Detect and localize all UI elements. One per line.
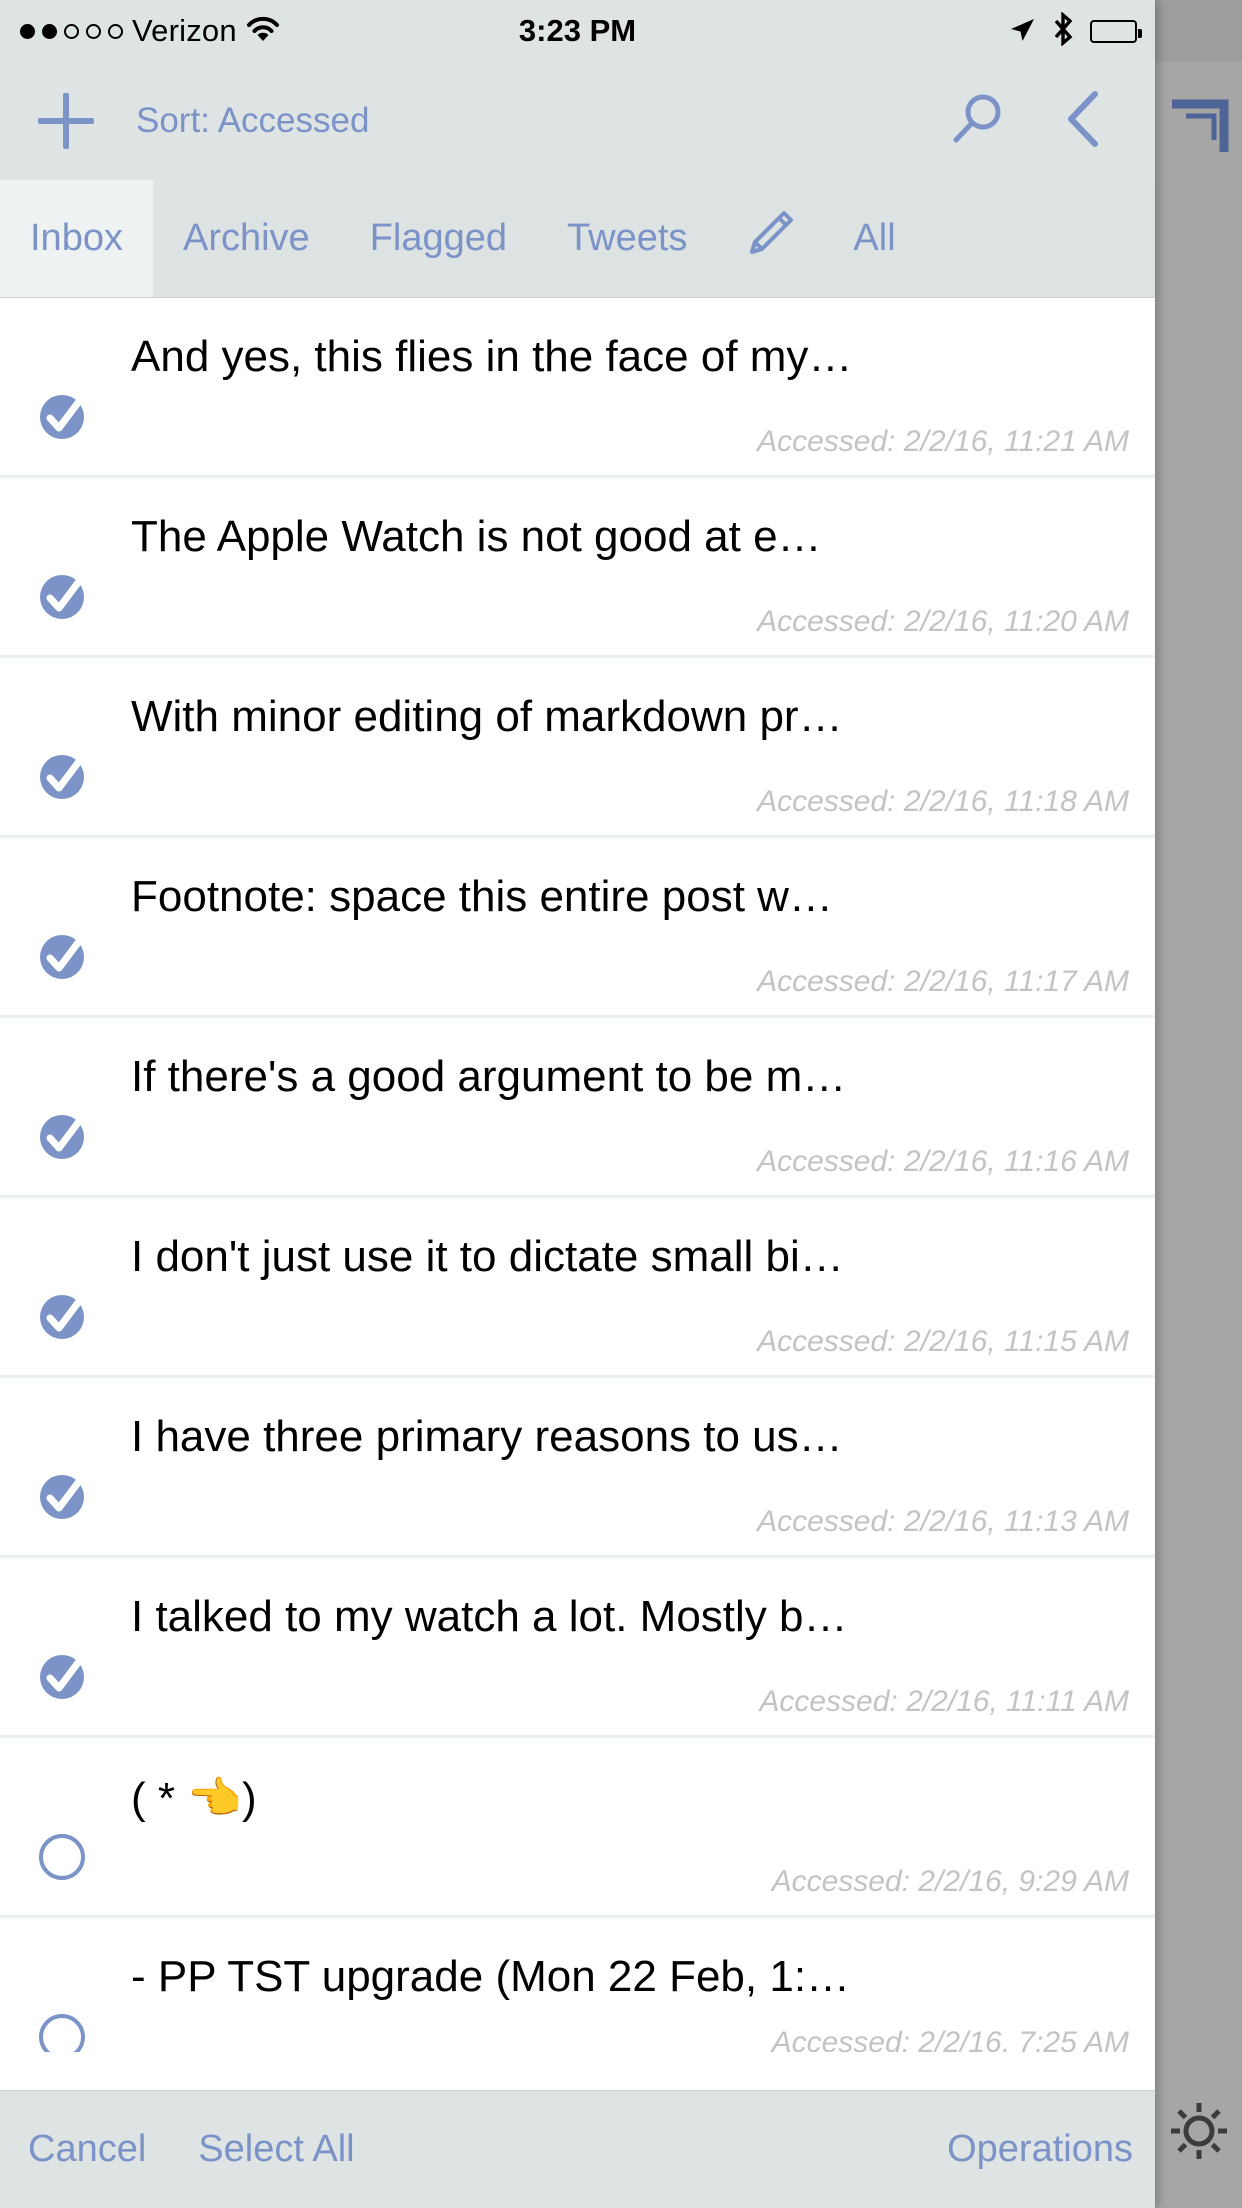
plus-icon[interactable] [38,93,94,149]
table-row[interactable]: And yes, this flies in the face of my… A… [0,298,1155,478]
main-pane: Verizon 3:23 PM Sort: Accessed Inbox Arc… [0,0,1155,2208]
checkbox-checked-icon[interactable] [36,926,92,982]
panel-window-icon[interactable] [1168,96,1230,158]
tab-tweets[interactable]: Tweets [537,180,717,297]
tab-flagged-label: Flagged [369,217,508,259]
checkbox-checked-icon[interactable] [36,1646,92,1702]
status-bar-right [1008,0,1142,62]
background-panel[interactable] [1155,0,1242,2208]
bottom-toolbar-left: Cancel Select All [0,2128,355,2171]
tab-bar: Inbox Archive Flagged Tweets All [0,180,1155,298]
nav-toolbar: Sort: Accessed [0,62,1155,180]
tab-all-label: All [853,217,896,259]
search-icon[interactable] [949,91,1005,152]
operations-button[interactable]: Operations [947,2128,1133,2171]
background-panel-statusbar [1155,0,1242,62]
row-title: With minor editing of markdown pr… [131,692,843,741]
phone-screen: Verizon 3:23 PM Sort: Accessed Inbox Arc… [0,0,1242,2208]
tab-inbox[interactable]: Inbox [0,180,153,297]
clock-label: 3:23 PM [518,13,637,48]
checkbox-checked-icon[interactable] [36,746,92,802]
table-row[interactable]: With minor editing of markdown pr… Acces… [0,658,1155,838]
nav-toolbar-right [949,89,1155,154]
bottom-toolbar-right: Operations [947,2128,1155,2171]
tab-tweets-label: Tweets [567,217,688,259]
tab-all[interactable]: All [823,180,925,297]
tab-archive[interactable]: Archive [153,180,340,297]
table-row[interactable]: ( * 👈) Accessed: 2/2/16, 9:29 AM [0,1738,1155,1918]
checkbox-checked-icon[interactable] [36,1286,92,1342]
row-title: - PP TST upgrade (Mon 22 Feb, 1:… [131,1952,851,2001]
table-row[interactable]: If there's a good argument to be m… Acce… [0,1018,1155,1198]
row-meta: Accessed: 2/2/16, 7:25 AM [771,2026,1129,2052]
tab-inbox-label: Inbox [30,217,123,259]
gear-icon[interactable] [1166,2098,1232,2164]
row-meta: Accessed: 2/2/16, 9:29 AM [771,1865,1129,1898]
row-title: The Apple Watch is not good at e… [131,512,822,561]
select-all-button[interactable]: Select All [198,2128,354,2171]
table-row[interactable]: I talked to my watch a lot. Mostly b… Ac… [0,1558,1155,1738]
battery-icon [1090,19,1142,43]
tab-compose[interactable] [717,180,823,297]
bottom-toolbar: Cancel Select All Operations [0,2090,1155,2208]
message-list[interactable]: And yes, this flies in the face of my… A… [0,298,1155,2052]
checkbox-checked-icon[interactable] [36,1106,92,1162]
row-meta: Accessed: 2/2/16, 11:20 AM [757,605,1129,638]
sort-button[interactable]: Sort: Accessed [136,101,369,141]
pencil-icon [743,207,797,271]
table-row[interactable]: I don't just use it to dictate small bi…… [0,1198,1155,1378]
row-meta: Accessed: 2/2/16, 11:16 AM [757,1145,1129,1178]
row-title: I don't just use it to dictate small bi… [131,1232,844,1281]
row-meta: Accessed: 2/2/16, 11:15 AM [757,1325,1129,1358]
row-meta: Accessed: 2/2/16, 11:11 AM [759,1685,1129,1718]
row-meta: Accessed: 2/2/16, 11:18 AM [757,785,1129,818]
row-title: ( * 👈) [131,1774,257,1823]
table-row[interactable]: - PP TST upgrade (Mon 22 Feb, 1:… Access… [0,1918,1155,2052]
table-row[interactable]: I have three primary reasons to us… Acce… [0,1378,1155,1558]
location-arrow-icon [1008,15,1036,48]
tab-flagged[interactable]: Flagged [340,180,537,297]
checkbox-checked-icon[interactable] [36,566,92,622]
checkbox-unchecked-icon[interactable] [36,1826,92,1882]
checkbox-unchecked-icon[interactable] [36,2006,92,2052]
tab-archive-label: Archive [182,217,310,259]
status-bar: Verizon 3:23 PM [0,0,1155,62]
row-title: I talked to my watch a lot. Mostly b… [131,1592,848,1641]
bluetooth-icon [1052,10,1074,51]
row-meta: Accessed: 2/2/16, 11:13 AM [757,1505,1129,1538]
table-row[interactable]: Footnote: space this entire post w… Acce… [0,838,1155,1018]
checkbox-checked-icon[interactable] [36,1466,92,1522]
checkbox-checked-icon[interactable] [36,386,92,442]
row-title: And yes, this flies in the face of my… [131,332,853,381]
row-title: I have three primary reasons to us… [131,1412,843,1461]
row-title: Footnote: space this entire post w… [131,872,833,921]
row-meta: Accessed: 2/2/16, 11:17 AM [757,965,1129,998]
row-title: If there's a good argument to be m… [131,1052,847,1101]
row-meta: Accessed: 2/2/16, 11:21 AM [757,425,1129,458]
table-row[interactable]: The Apple Watch is not good at e… Access… [0,478,1155,658]
chevron-left-icon[interactable] [1063,89,1103,154]
cancel-button[interactable]: Cancel [28,2128,146,2171]
